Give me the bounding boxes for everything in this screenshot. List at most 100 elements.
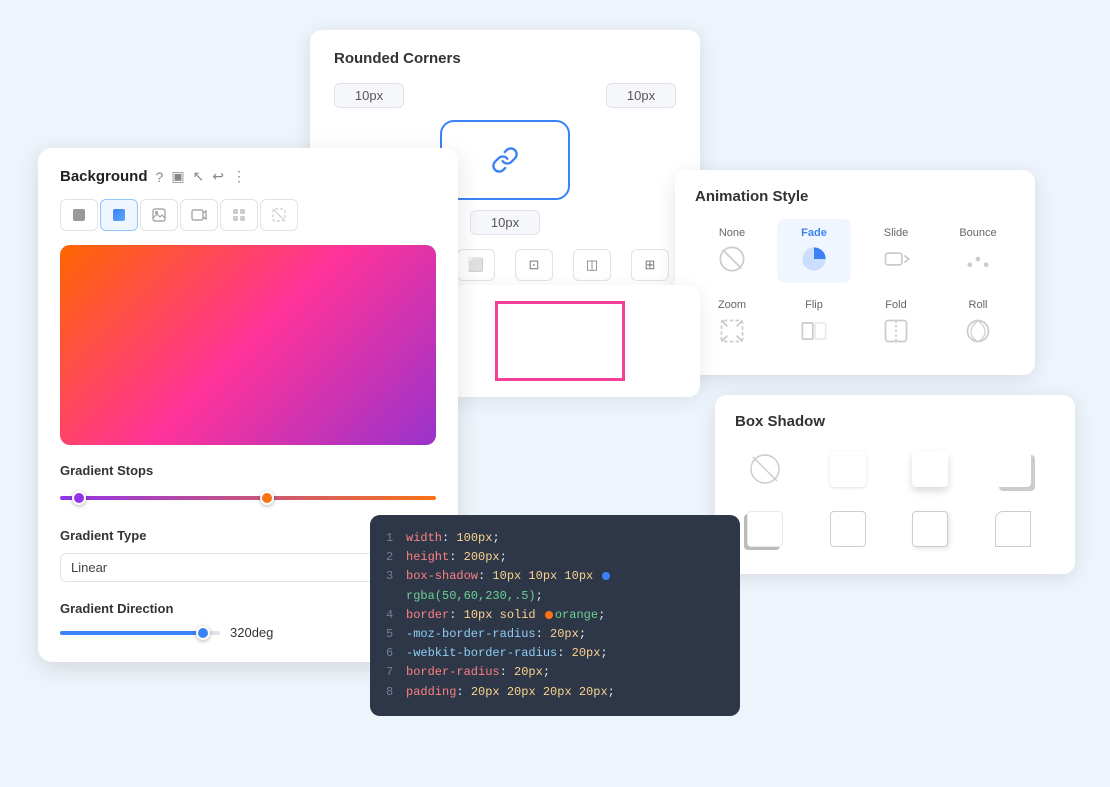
shadow-bl-item[interactable]	[735, 504, 795, 554]
anim-slide-icon	[880, 243, 912, 275]
code-line-8: 8 padding: 20px 20px 20px 20px;	[386, 683, 724, 702]
border-opt-6[interactable]: ⊞	[631, 249, 669, 281]
box-shadow-card: Box Shadow	[715, 395, 1075, 574]
border-opt-3[interactable]: ⬜	[457, 249, 495, 281]
rc-top-inputs-row: 10px 10px	[334, 83, 676, 108]
line-num-2: 2	[386, 548, 398, 567]
shadow-sm-preview	[830, 451, 866, 487]
type-icon-image[interactable]	[140, 199, 178, 231]
anim-fade[interactable]: Fade	[777, 219, 851, 283]
undo-icon[interactable]: ↩	[212, 168, 224, 185]
anim-bounce-icon	[962, 243, 994, 275]
line-num-3: 3	[386, 567, 398, 605]
thumb-purple[interactable]	[72, 491, 86, 505]
animation-style-card: Animation Style None Fade Slide Bounce	[675, 170, 1035, 375]
code-line-5: 5 -moz-border-radius: 20px;	[386, 625, 724, 644]
anim-fold[interactable]: Fold	[859, 291, 933, 355]
shadow-inner-preview	[830, 511, 866, 547]
code-text-3: box-shadow: 10px 10px 10px rgba(50,60,23…	[406, 567, 724, 605]
direction-fill	[60, 631, 202, 635]
code-line-1: 1 width: 100px;	[386, 529, 724, 548]
gradient-stops-label: Gradient Stops	[60, 463, 436, 478]
shadow-sm-item[interactable]	[818, 444, 878, 494]
gradient-direction-value: 320deg	[230, 625, 275, 640]
shadow-bl-preview	[747, 511, 783, 547]
shadow-br-preview	[912, 511, 948, 547]
anim-fold-icon	[880, 315, 912, 347]
anim-zoom[interactable]: Zoom	[695, 291, 769, 355]
line-num-8: 8	[386, 683, 398, 702]
thumb-orange[interactable]	[260, 491, 274, 505]
anim-roll[interactable]: Roll	[941, 291, 1015, 355]
type-icon-pattern[interactable]	[220, 199, 258, 231]
gradient-direction-label: Gradient Direction	[60, 601, 384, 616]
slider-track	[60, 496, 436, 500]
type-icon-solid[interactable]	[60, 199, 98, 231]
anim-fade-label: Fade	[801, 227, 827, 239]
rc-bottom-input[interactable]: 10px	[470, 210, 540, 235]
direction-thumb[interactable]	[196, 626, 210, 640]
border-opt-5[interactable]: ◫	[573, 249, 611, 281]
anim-roll-label: Roll	[969, 299, 988, 311]
gradient-stops-slider[interactable]	[60, 488, 436, 508]
cursor-icon[interactable]: ↖	[193, 168, 205, 185]
rc-preview-box	[440, 120, 570, 200]
anim-bounce[interactable]: Bounce	[941, 219, 1015, 283]
rounded-corners-title: Rounded Corners	[334, 50, 676, 67]
code-text-8: padding: 20px 20px 20px 20px;	[406, 683, 615, 702]
line-num-1: 1	[386, 529, 398, 548]
code-line-7: 7 border-radius: 20px;	[386, 663, 724, 682]
shadow-md-preview	[912, 451, 948, 487]
type-icon-none[interactable]	[260, 199, 298, 231]
menu-icon[interactable]: ⋮	[232, 168, 246, 185]
code-line-6: 6 -webkit-border-radius: 20px;	[386, 644, 724, 663]
gradient-preview	[60, 245, 436, 445]
background-panel-title: Background	[60, 168, 148, 185]
box-shadow-title: Box Shadow	[735, 413, 1055, 430]
shadow-lg-preview	[995, 451, 1031, 487]
shadow-none-item[interactable]	[735, 444, 795, 494]
shadow-outline-item[interactable]	[983, 504, 1043, 554]
code-text-5: -moz-border-radius: 20px;	[406, 625, 586, 644]
border-preview-card	[420, 285, 700, 397]
anim-zoom-icon	[716, 315, 748, 347]
shadow-lg-item[interactable]	[983, 444, 1043, 494]
anim-none[interactable]: None	[695, 219, 769, 283]
border-opt-4[interactable]: ⊡	[515, 249, 553, 281]
anim-slide[interactable]: Slide	[859, 219, 933, 283]
line-num-4: 4	[386, 606, 398, 625]
anim-flip-icon	[798, 315, 830, 347]
gradient-direction-slider[interactable]	[60, 631, 220, 635]
type-icon-gradient[interactable]	[100, 199, 138, 231]
anim-flip-label: Flip	[805, 299, 823, 311]
link-icon	[491, 146, 519, 174]
rc-top-left-input[interactable]: 10px	[334, 83, 404, 108]
code-line-3: 3 box-shadow: 10px 10px 10px rgba(50,60,…	[386, 567, 724, 605]
anim-bounce-label: Bounce	[959, 227, 996, 239]
type-icon-video[interactable]	[180, 199, 218, 231]
screen-icon[interactable]: ▣	[171, 168, 184, 185]
help-icon[interactable]: ?	[156, 169, 164, 185]
line-num-7: 7	[386, 663, 398, 682]
line-num-6: 6	[386, 644, 398, 663]
code-text-6: -webkit-border-radius: 20px;	[406, 644, 608, 663]
code-text-1: width: 100px;	[406, 529, 500, 548]
line-num-5: 5	[386, 625, 398, 644]
shadow-grid	[735, 444, 1055, 554]
animation-grid: None Fade Slide Bounce Z	[695, 219, 1015, 355]
anim-fold-label: Fold	[885, 299, 906, 311]
type-icons-row	[60, 199, 436, 231]
code-text-4: border: 10px solid orange;	[406, 606, 605, 625]
rc-top-right-input[interactable]: 10px	[606, 83, 676, 108]
anim-roll-icon	[962, 315, 994, 347]
shadow-md-item[interactable]	[900, 444, 960, 494]
border-preview-box	[495, 301, 625, 381]
anim-flip[interactable]: Flip	[777, 291, 851, 355]
anim-none-icon	[716, 243, 748, 275]
code-text-2: height: 200px;	[406, 548, 507, 567]
shadow-br-item[interactable]	[900, 504, 960, 554]
shadow-inner-item[interactable]	[818, 504, 878, 554]
shadow-outline-preview	[995, 511, 1031, 547]
anim-slide-label: Slide	[884, 227, 908, 239]
code-line-4: 4 border: 10px solid orange;	[386, 606, 724, 625]
